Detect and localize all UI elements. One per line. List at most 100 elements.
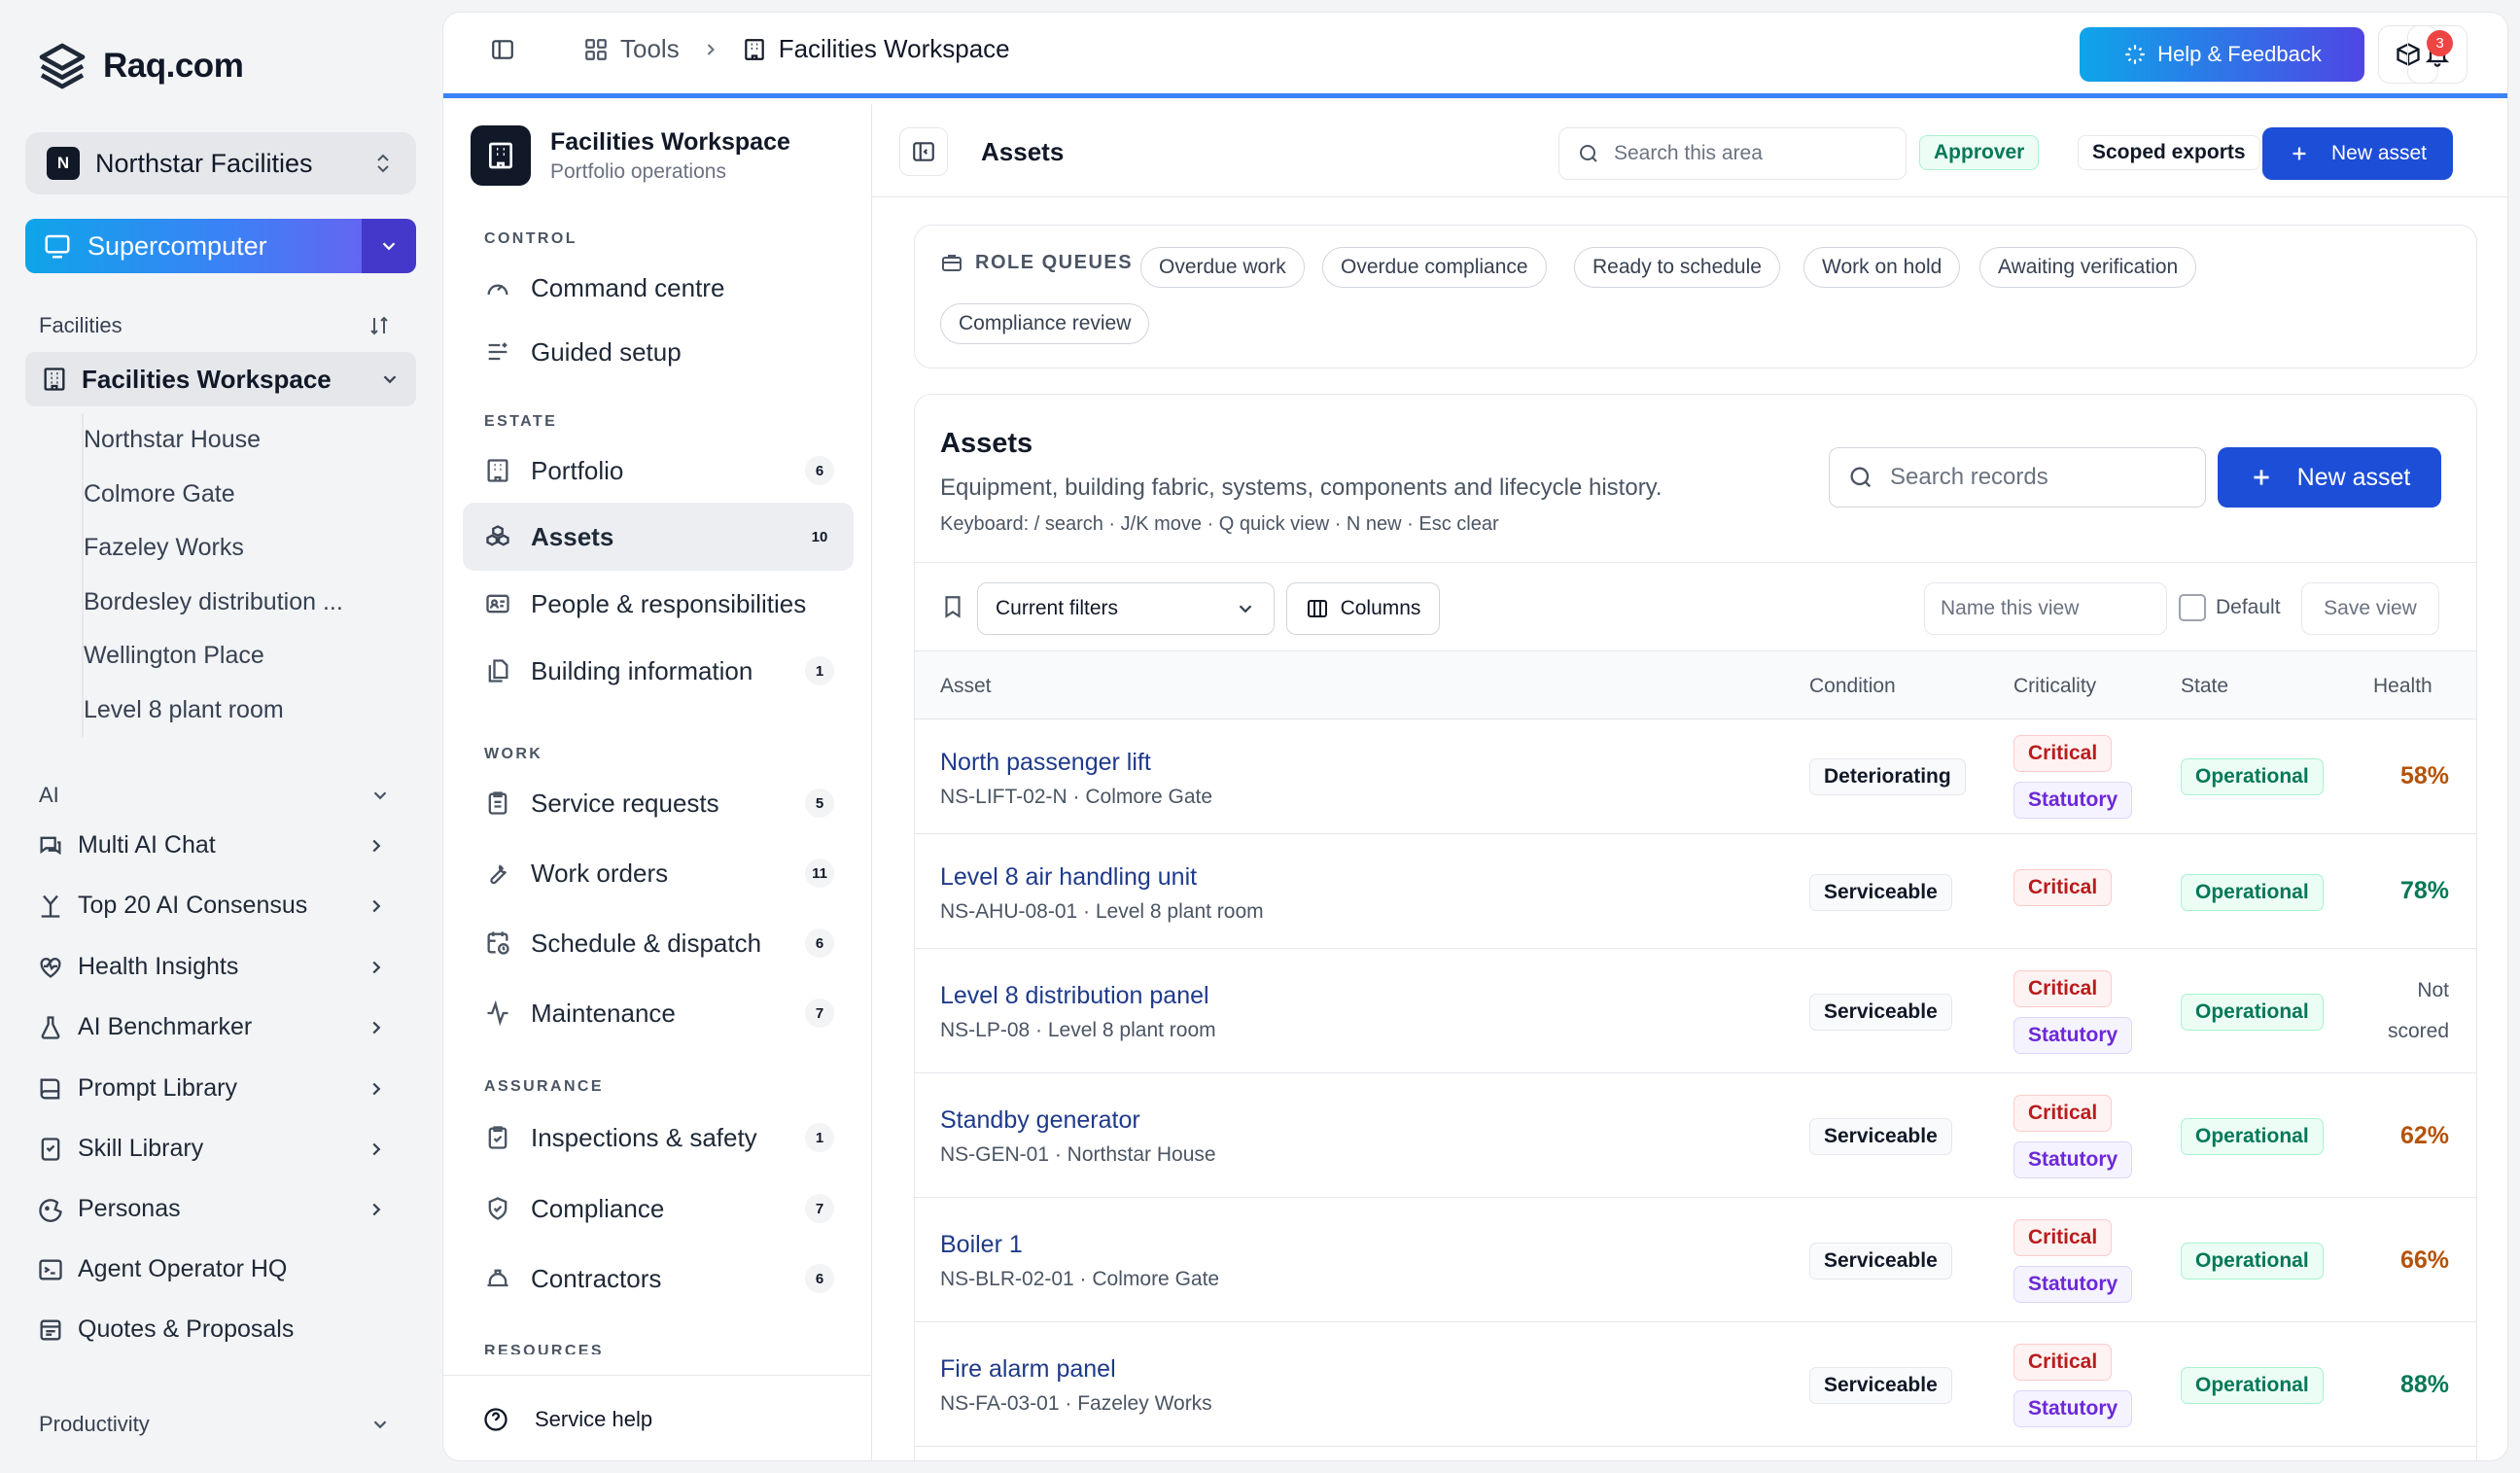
table-row[interactable]: Fire alarm panel NS-FA-03-01 · Fazeley W…: [915, 1322, 2476, 1447]
nav-item-count: 11: [805, 859, 834, 888]
queue-chip[interactable]: Compliance review: [940, 303, 1150, 344]
scoped-exports-button[interactable]: Scoped exports: [2078, 135, 2260, 170]
nav-item-inspections-safety[interactable]: Inspections & safety 1: [463, 1104, 854, 1172]
help-feedback-button[interactable]: Help & Feedback: [2080, 27, 2364, 82]
nav-item-compliance[interactable]: Compliance 7: [463, 1175, 854, 1243]
col-health[interactable]: Health: [2373, 675, 2432, 698]
queue-chip[interactable]: Awaiting verification: [1979, 247, 2197, 288]
saved-view-select[interactable]: Current filters: [977, 582, 1275, 635]
ai-item-multi-ai-chat[interactable]: Multi AI Chat: [37, 831, 387, 859]
workspace-header: Facilities Workspace Portfolio operation…: [471, 125, 790, 186]
site-label: Fazeley Works: [84, 534, 244, 562]
col-criticality[interactable]: Criticality: [2013, 675, 2096, 698]
asset-name-link[interactable]: Level 8 distribution panel: [940, 982, 1209, 1010]
condition-badge: Serviceable: [1809, 1243, 1952, 1280]
supercomputer-dropdown[interactable]: [360, 219, 416, 273]
area-search-input[interactable]: Search this area: [1558, 127, 1907, 180]
sort-icon[interactable]: [368, 314, 391, 337]
ai-item-prompt-library[interactable]: Prompt Library: [37, 1074, 387, 1103]
columns-button[interactable]: Columns: [1286, 582, 1440, 635]
queue-chip[interactable]: Overdue work: [1140, 247, 1305, 288]
supercomputer-main[interactable]: Supercomputer: [25, 219, 360, 273]
sidebar-toggle-icon[interactable]: [490, 37, 515, 62]
ai-item-health-insights[interactable]: Health Insights: [37, 953, 387, 981]
nav-item-people[interactable]: People & responsibilities: [463, 570, 854, 638]
col-condition[interactable]: Condition: [1809, 675, 1896, 698]
nav-item-maintenance[interactable]: Maintenance 7: [463, 979, 854, 1047]
table-row[interactable]: Level 8 distribution panel NS-LP-08 · Le…: [915, 949, 2476, 1073]
asset-name-link[interactable]: Level 8 air handling unit: [940, 863, 1197, 892]
table-row[interactable]: Level 8 air handling unit NS-AHU-08-01 ·…: [915, 834, 2476, 949]
ai-item-ai-benchmarker[interactable]: AI Benchmarker: [37, 1013, 387, 1041]
nav-item-building-information[interactable]: Building information 1: [463, 637, 854, 705]
col-asset[interactable]: Asset: [940, 675, 992, 698]
asset-name-link[interactable]: Standby generator: [940, 1106, 1140, 1135]
statutory-badge: Statutory: [2013, 1266, 2133, 1303]
table-row[interactable]: North passenger lift NS-LIFT-02-N · Colm…: [915, 719, 2476, 834]
asset-name-link[interactable]: Boiler 1: [940, 1231, 1023, 1259]
nav-item-label: Building information: [531, 655, 753, 685]
keyboard-shortcuts: Keyboard: / search · J/K move · Q quick …: [940, 513, 1499, 535]
col-state[interactable]: State: [2181, 675, 2228, 698]
queue-chip[interactable]: Ready to schedule: [1574, 247, 1780, 288]
breadcrumb-tools[interactable]: Tools: [583, 34, 680, 64]
asset-name-link[interactable]: Fire alarm panel: [940, 1355, 1116, 1384]
table-row[interactable]: Boiler 1 NS-BLR-02-01 · Colmore Gate Ser…: [915, 1198, 2476, 1322]
ai-item-top-20-consensus[interactable]: Top 20 AI Consensus: [37, 892, 387, 920]
nav-item-contractors[interactable]: Contractors 6: [463, 1245, 854, 1313]
asset-ref: NS-BLR-02-01 · Colmore Gate: [940, 1268, 1220, 1290]
queue-chip[interactable]: Work on hold: [1803, 247, 1961, 288]
brand[interactable]: Raq.com: [35, 39, 244, 93]
nav-item-guided-setup[interactable]: Guided setup: [463, 318, 854, 386]
site-item[interactable]: Northstar House: [84, 413, 343, 468]
chevron-right-icon: [366, 957, 387, 978]
records-search-input[interactable]: Search records: [1829, 447, 2206, 508]
new-asset-button[interactable]: New asset: [2218, 447, 2441, 508]
assets-panel: Assets Equipment, building fabric, syste…: [914, 394, 2477, 1460]
nav-item-assets[interactable]: Assets 10: [463, 503, 854, 571]
collapse-nav-button[interactable]: [899, 127, 948, 176]
org-switcher[interactable]: N Northstar Facilities: [25, 132, 416, 194]
site-item[interactable]: Level 8 plant room: [84, 684, 343, 738]
view-name-input[interactable]: Name this view: [1924, 582, 2167, 635]
building-icon: [484, 457, 511, 484]
site-item[interactable]: Bordesley distribution ...: [84, 576, 343, 630]
ai-item-skill-library[interactable]: Skill Library: [37, 1135, 387, 1163]
nav-item-schedule-dispatch[interactable]: Schedule & dispatch 6: [463, 909, 854, 977]
nav-section-estate: ESTATE: [484, 413, 558, 430]
asset-name-link[interactable]: North passenger lift: [940, 749, 1151, 777]
productivity-heading: Productivity: [39, 1412, 150, 1436]
ai-item-personas[interactable]: Personas: [37, 1195, 387, 1223]
chevron-right-icon: [366, 1139, 387, 1160]
assets-title: Assets: [940, 428, 1033, 459]
ai-section-header[interactable]: AI: [39, 783, 391, 808]
condition-badge: Serviceable: [1809, 994, 1952, 1031]
nav-item-service-requests[interactable]: Service requests 5: [463, 769, 854, 837]
nav-item-command-centre[interactable]: Command centre: [463, 254, 854, 322]
site-item[interactable]: Colmore Gate: [84, 468, 343, 522]
default-view-checkbox[interactable]: Default: [2179, 594, 2281, 621]
service-help-label: Service help: [535, 1406, 653, 1431]
breadcrumb-current-label: Facilities Workspace: [778, 34, 1010, 63]
new-asset-header-button[interactable]: New asset: [2262, 127, 2453, 180]
site-item[interactable]: Fazeley Works: [84, 521, 343, 576]
clipboard-check-icon: [484, 1124, 511, 1151]
workspace-nav: Facilities Workspace Portfolio operation…: [443, 104, 872, 1460]
table-row[interactable]: Standby generator NS-GEN-01 · Northstar …: [915, 1073, 2476, 1198]
facilities-workspace-item[interactable]: Facilities Workspace: [25, 352, 416, 406]
supercomputer-button[interactable]: Supercomputer: [25, 219, 416, 273]
queue-chip[interactable]: Overdue compliance: [1322, 247, 1547, 288]
site-item[interactable]: Wellington Place: [84, 629, 343, 684]
condition-badge: Serviceable: [1809, 874, 1952, 911]
ai-item-quotes-proposals[interactable]: Quotes & Proposals: [37, 1315, 387, 1344]
checkbox-box[interactable]: [2179, 594, 2206, 621]
save-view-button[interactable]: Save view: [2301, 582, 2439, 635]
new-asset-label: New asset: [2296, 463, 2411, 491]
brand-name: Raq.com: [103, 47, 244, 85]
productivity-section-header[interactable]: Productivity: [39, 1412, 391, 1437]
ai-item-agent-operator-hq[interactable]: Agent Operator HQ: [37, 1255, 387, 1283]
service-help-link[interactable]: Service help: [443, 1375, 872, 1460]
nav-item-work-orders[interactable]: Work orders 11: [463, 839, 854, 907]
nav-item-portfolio[interactable]: Portfolio 6: [463, 437, 854, 505]
bookmark-icon[interactable]: [940, 594, 965, 619]
